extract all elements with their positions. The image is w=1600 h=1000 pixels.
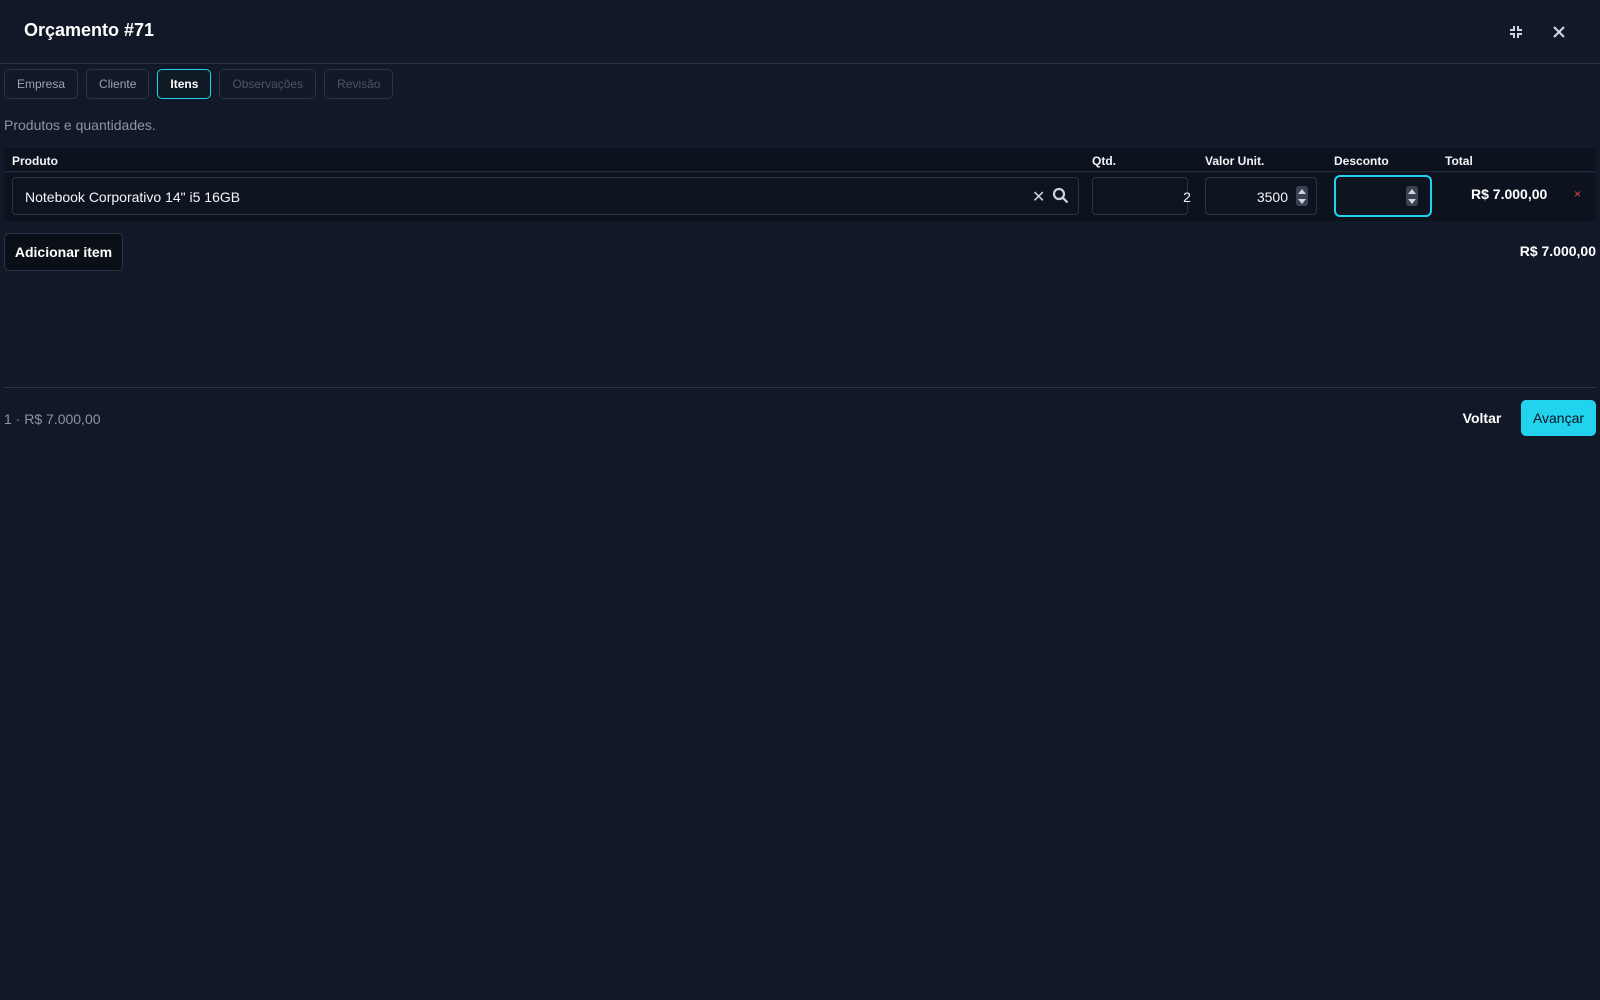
section-subtitle: Produtos e quantidades. [4,117,156,133]
row-total: R$ 7.000,00 [1471,186,1548,202]
product-value: Notebook Corporativo 14" i5 16GB [25,189,241,205]
wizard-tabs: Empresa Cliente Itens Observações Revisã… [4,69,394,99]
table-row: Notebook Corporativo 14" i5 16GB ✕ 2 350… [4,173,1596,221]
modal-header: Orçamento #71 [0,0,1600,64]
tab-empresa[interactable]: Empresa [4,69,79,99]
unit-value-stepper[interactable] [1296,186,1308,206]
add-item-button[interactable]: Adicionar item [4,233,123,271]
decrement-icon [1408,198,1416,204]
tab-cliente[interactable]: Cliente [86,69,150,99]
search-icon[interactable] [1052,187,1069,207]
product-field[interactable]: Notebook Corporativo 14" i5 16GB ✕ [12,177,1079,215]
header-total: Total [1445,154,1473,168]
header-product: Produto [12,154,58,168]
header-discount: Desconto [1334,154,1389,168]
discount-input[interactable] [1334,175,1432,217]
remove-item-button[interactable]: × [1574,187,1581,201]
close-icon[interactable] [1547,20,1571,44]
divider [4,387,1596,388]
unit-value: 3500 [1256,189,1288,205]
grand-total: R$ 7.000,00 [1519,243,1596,259]
quantity-input[interactable]: 2 [1092,177,1191,215]
header-unit-value: Valor Unit. [1205,154,1265,168]
collapse-icon[interactable] [1504,20,1528,44]
next-button[interactable]: Avançar [1521,400,1596,436]
table-header: Produto Qtd. Valor Unit. Desconto Total [4,148,1596,172]
footer-summary: 1 · R$ 7.000,00 [4,411,101,427]
increment-icon [1408,188,1416,194]
increment-icon [1298,188,1306,194]
page-title: Orçamento #71 [24,20,155,40]
clear-icon[interactable]: ✕ [1032,187,1045,207]
discount-stepper[interactable] [1406,186,1418,206]
back-button[interactable]: Voltar [1452,400,1512,436]
tab-observacoes: Observações [219,69,317,99]
tab-revisao: Revisão [324,69,394,99]
decrement-icon [1298,198,1306,204]
unit-value-input[interactable]: 3500 [1205,177,1317,215]
header-qty: Qtd. [1092,154,1116,168]
tab-itens[interactable]: Itens [157,69,212,99]
